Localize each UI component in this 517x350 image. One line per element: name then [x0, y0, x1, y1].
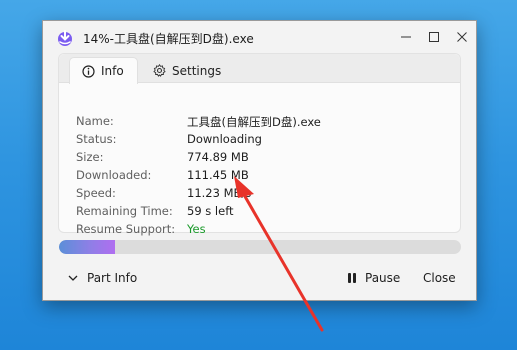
- pause-label: Pause: [365, 271, 401, 285]
- pause-icon: [348, 273, 356, 283]
- part-info-button[interactable]: Part Info: [67, 271, 137, 285]
- close-button[interactable]: Close: [423, 271, 456, 285]
- chevron-down-icon: [68, 275, 78, 281]
- status-value: Downloading: [187, 132, 262, 146]
- close-window-button[interactable]: [451, 28, 473, 46]
- close-label: Close: [423, 271, 456, 285]
- size-value: 774.89 MB: [187, 150, 249, 164]
- minimize-button[interactable]: [395, 28, 417, 46]
- remaining-time-label: Remaining Time:: [76, 204, 173, 218]
- download-window: 14%-工具盘(自解压到D盘).exe Info Settings Name: …: [42, 20, 477, 301]
- name-label: Name:: [76, 114, 114, 128]
- remaining-time-value: 59 s left: [187, 204, 234, 218]
- info-panel: Info Settings Name: 工具盘(自解压到D盘).exe Stat…: [58, 53, 461, 236]
- downloaded-value: 111.45 MB: [187, 168, 249, 182]
- part-info-label: Part Info: [87, 271, 138, 285]
- download-progress-bar: [59, 240, 461, 254]
- downloaded-label: Downloaded:: [76, 168, 152, 182]
- tab-info[interactable]: Info: [69, 57, 138, 84]
- maximize-button[interactable]: [423, 28, 445, 46]
- tab-bar: Info Settings: [59, 54, 460, 84]
- name-value: 工具盘(自解压到D盘).exe: [187, 115, 321, 129]
- size-label: Size:: [76, 150, 104, 164]
- resume-support-label: Resume Support:: [76, 222, 176, 236]
- tab-settings[interactable]: Settings: [141, 57, 233, 84]
- tab-info-label: Info: [101, 64, 124, 78]
- speed-value: 11.23 MB/s: [187, 186, 252, 200]
- app-logo-icon: [58, 30, 72, 46]
- progress-fill: [59, 240, 116, 254]
- minimize-icon: [401, 36, 411, 38]
- title-bar[interactable]: 14%-工具盘(自解压到D盘).exe: [43, 21, 476, 54]
- pause-button[interactable]: Pause: [347, 271, 400, 285]
- gear-icon: [153, 64, 166, 77]
- close-icon: [457, 32, 467, 42]
- status-label: Status:: [76, 132, 117, 146]
- speed-label: Speed:: [76, 186, 116, 200]
- maximize-icon: [429, 32, 439, 42]
- tab-settings-label: Settings: [172, 63, 222, 78]
- info-icon: [82, 64, 95, 78]
- resume-support-value: Yes: [187, 222, 206, 236]
- window-title: 14%-工具盘(自解压到D盘).exe: [83, 32, 254, 46]
